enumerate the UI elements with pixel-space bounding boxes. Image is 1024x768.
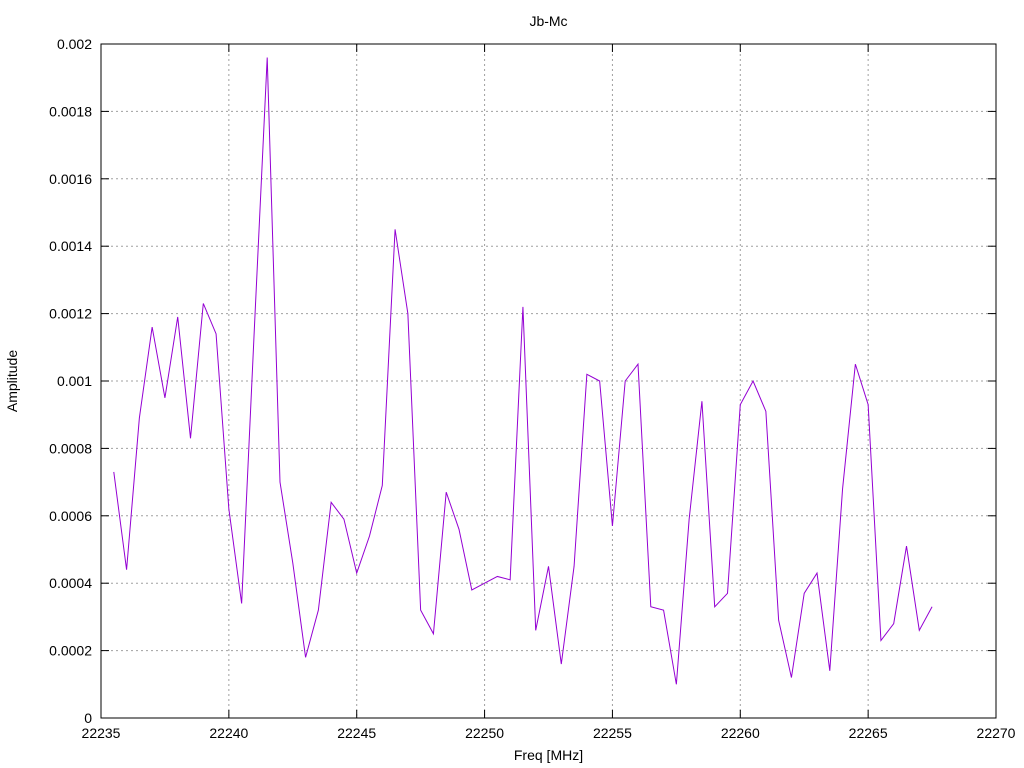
chart-title: Jb-Mc bbox=[529, 13, 567, 29]
y-tick-label: 0.002 bbox=[57, 36, 92, 52]
y-tick-label: 0.0016 bbox=[49, 171, 92, 187]
y-tick-label: 0.0004 bbox=[49, 575, 92, 591]
x-tick-label: 22260 bbox=[721, 725, 760, 741]
x-tick-label: 22265 bbox=[849, 725, 888, 741]
y-tick-label: 0.0008 bbox=[49, 440, 92, 456]
x-tick-labels: 22235 22240 22245 22250 22255 22260 22265 22270 bbox=[82, 725, 1016, 741]
y-tick-label: 0.0002 bbox=[49, 643, 92, 659]
x-tick-label: 22255 bbox=[593, 725, 632, 741]
y-tick-label: 0.0006 bbox=[49, 508, 92, 524]
y-tick-label: 0.001 bbox=[57, 373, 92, 389]
series-line bbox=[113, 57, 933, 685]
x-tick-label: 22250 bbox=[465, 725, 504, 741]
y-tick-label: 0.0014 bbox=[49, 238, 92, 254]
y-axis-title: Amplitude bbox=[4, 350, 20, 412]
x-tick-label: 22235 bbox=[82, 725, 121, 741]
y-tick-labels: 0 0.0002 0.0004 0.0006 0.0008 0.001 0.0012 0.00… bbox=[49, 36, 92, 726]
x-tick-label: 22240 bbox=[209, 725, 248, 741]
y-tick-label: 0 bbox=[84, 710, 92, 726]
x-tick-label: 22245 bbox=[337, 725, 376, 741]
y-tick-label: 0.0018 bbox=[49, 103, 92, 119]
grid-lines bbox=[101, 44, 996, 718]
x-axis-title: Freq [MHz] bbox=[514, 747, 583, 763]
line-chart: 22235 22240 22245 22250 22255 22260 22265 22270… bbox=[4, 13, 1016, 763]
series-layer bbox=[113, 57, 933, 685]
x-tick-label: 22270 bbox=[977, 725, 1016, 741]
chart-container: 22235 22240 22245 22250 22255 22260 22265 22270… bbox=[0, 0, 1024, 768]
y-tick-label: 0.0012 bbox=[49, 306, 92, 322]
